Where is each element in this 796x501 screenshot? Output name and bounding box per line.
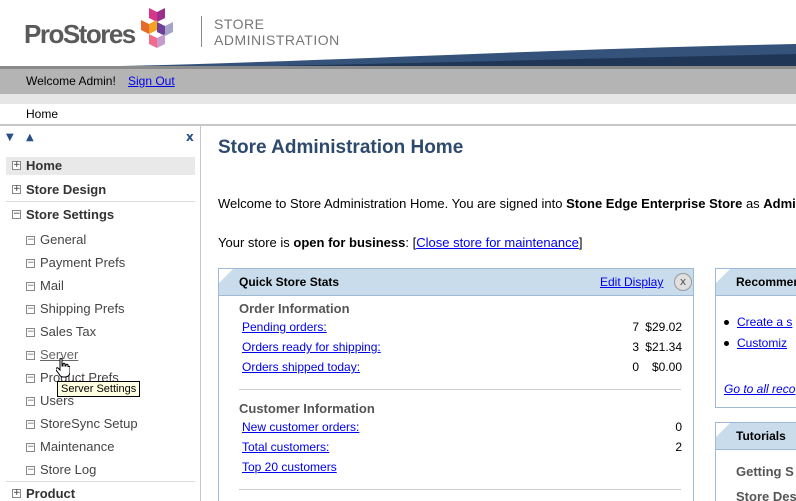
bullet-icon (724, 341, 729, 347)
expand-all-arrow-down-icon[interactable]: ▼ (6, 132, 14, 143)
recommendation-item: Create a s (724, 315, 792, 329)
close-panel-icon[interactable]: x (674, 273, 692, 291)
minus-box-icon: − (26, 281, 35, 291)
app-header: ProStores STORE ADMINISTRATION (0, 0, 796, 66)
sidebar-item-home[interactable]: + Home (6, 157, 195, 175)
panel-title: Recommen (736, 275, 796, 289)
customize-link[interactable]: Customiz (737, 336, 787, 350)
store-status: Your store is open for business: [Close … (218, 235, 583, 250)
welcome-message: Welcome to Store Administration Home. Yo… (218, 196, 796, 211)
create-link[interactable]: Create a s (737, 315, 792, 329)
plus-box-icon: + (12, 160, 21, 170)
sidebar-item-store-design[interactable]: + Store Design (6, 178, 195, 202)
sidebar: ▼ ▲ x + Home + Store Design − Store Sett… (0, 126, 201, 501)
close-store-link[interactable]: Close store for maintenance (416, 235, 579, 250)
sign-out-link[interactable]: Sign Out (128, 74, 175, 88)
panel-title: Quick Store Stats (239, 275, 340, 289)
orders-ready-shipping-link[interactable]: Orders ready for shipping: (242, 340, 381, 354)
panel-header: Recommen (716, 269, 796, 296)
quick-store-stats-panel: Quick Store Stats Edit Display x Order I… (218, 268, 694, 501)
edit-display-link[interactable]: Edit Display (600, 275, 663, 289)
order-information-heading: Order Information (239, 301, 350, 316)
collapse-all-arrow-up-icon[interactable]: ▲ (26, 132, 34, 143)
user-name: Admin (763, 196, 796, 211)
pending-orders-link[interactable]: Pending orders: (242, 320, 327, 334)
section-divider (239, 389, 681, 390)
getting-started-heading: Getting S (736, 464, 794, 479)
recommendations-panel: Recommen Create a s Customiz Go to all r… (715, 268, 796, 408)
minus-box-icon: − (26, 350, 35, 360)
minus-box-icon: − (26, 396, 35, 406)
hand-cursor-icon (56, 358, 70, 378)
section-divider (239, 489, 681, 490)
breadcrumb-bar: Home (0, 104, 796, 126)
plus-box-icon: + (12, 184, 21, 194)
minus-box-icon: − (12, 209, 21, 219)
server-settings-tooltip: Server Settings (57, 381, 141, 397)
logo-cubes-icon (141, 8, 173, 48)
panel-header: Quick Store Stats Edit Display x (219, 269, 693, 296)
orders-shipped-today-link[interactable]: Orders shipped today: (242, 360, 360, 374)
prostores-logo: ProStores (24, 19, 136, 49)
store-administration-title: STORE ADMINISTRATION (214, 16, 340, 48)
tutorials-panel: Tutorials Getting S Store Des (715, 422, 796, 501)
header-divider (201, 16, 202, 47)
close-sidebar-icon[interactable]: x (186, 130, 194, 144)
total-customers-value: 2 (675, 440, 682, 454)
pending-orders-count: 7 (632, 320, 639, 334)
orders-ready-amount: $21.34 (645, 340, 682, 354)
plus-box-icon: + (12, 488, 21, 498)
sidebar-item-product[interactable]: + Product (6, 481, 195, 501)
minus-box-icon: − (26, 465, 35, 475)
customer-information-heading: Customer Information (239, 401, 375, 416)
recommendation-item: Customiz (724, 336, 787, 350)
sidebar-item-store-settings[interactable]: − Store Settings (6, 203, 195, 227)
breadcrumb[interactable]: Home (26, 107, 58, 121)
status-value: open for business (293, 235, 406, 250)
minus-box-icon: − (26, 235, 35, 245)
orders-ready-count: 3 (632, 340, 639, 354)
new-customer-orders-link[interactable]: New customer orders: (242, 420, 359, 434)
panel-header: Tutorials (716, 423, 796, 450)
bullet-icon (724, 320, 729, 326)
top-20-customers-link[interactable]: Top 20 customers (242, 460, 337, 474)
minus-box-icon: − (26, 442, 35, 452)
total-customers-link[interactable]: Total customers: (242, 440, 329, 454)
minus-box-icon: − (26, 304, 35, 314)
orders-shipped-amount: $0.00 (651, 360, 682, 374)
welcome-bar: Welcome Admin! Sign Out (0, 66, 796, 94)
welcome-text: Welcome Admin! (26, 74, 116, 88)
page-title: Store Administration Home (218, 137, 464, 158)
minus-box-icon: − (26, 419, 35, 429)
welcome-bar-bottom (0, 94, 796, 104)
pending-orders-amount: $29.02 (645, 320, 682, 334)
minus-box-icon: − (26, 258, 35, 268)
go-to-all-recommendations-link[interactable]: Go to all reco (724, 382, 795, 396)
store-design-heading: Store Des (736, 489, 796, 501)
panel-title: Tutorials (736, 429, 786, 443)
minus-box-icon: − (26, 373, 35, 383)
new-customer-orders-value: 0 (675, 420, 682, 434)
orders-shipped-count: 0 (632, 360, 639, 374)
store-name: Stone Edge Enterprise Store (566, 196, 743, 211)
minus-box-icon: − (26, 327, 35, 337)
